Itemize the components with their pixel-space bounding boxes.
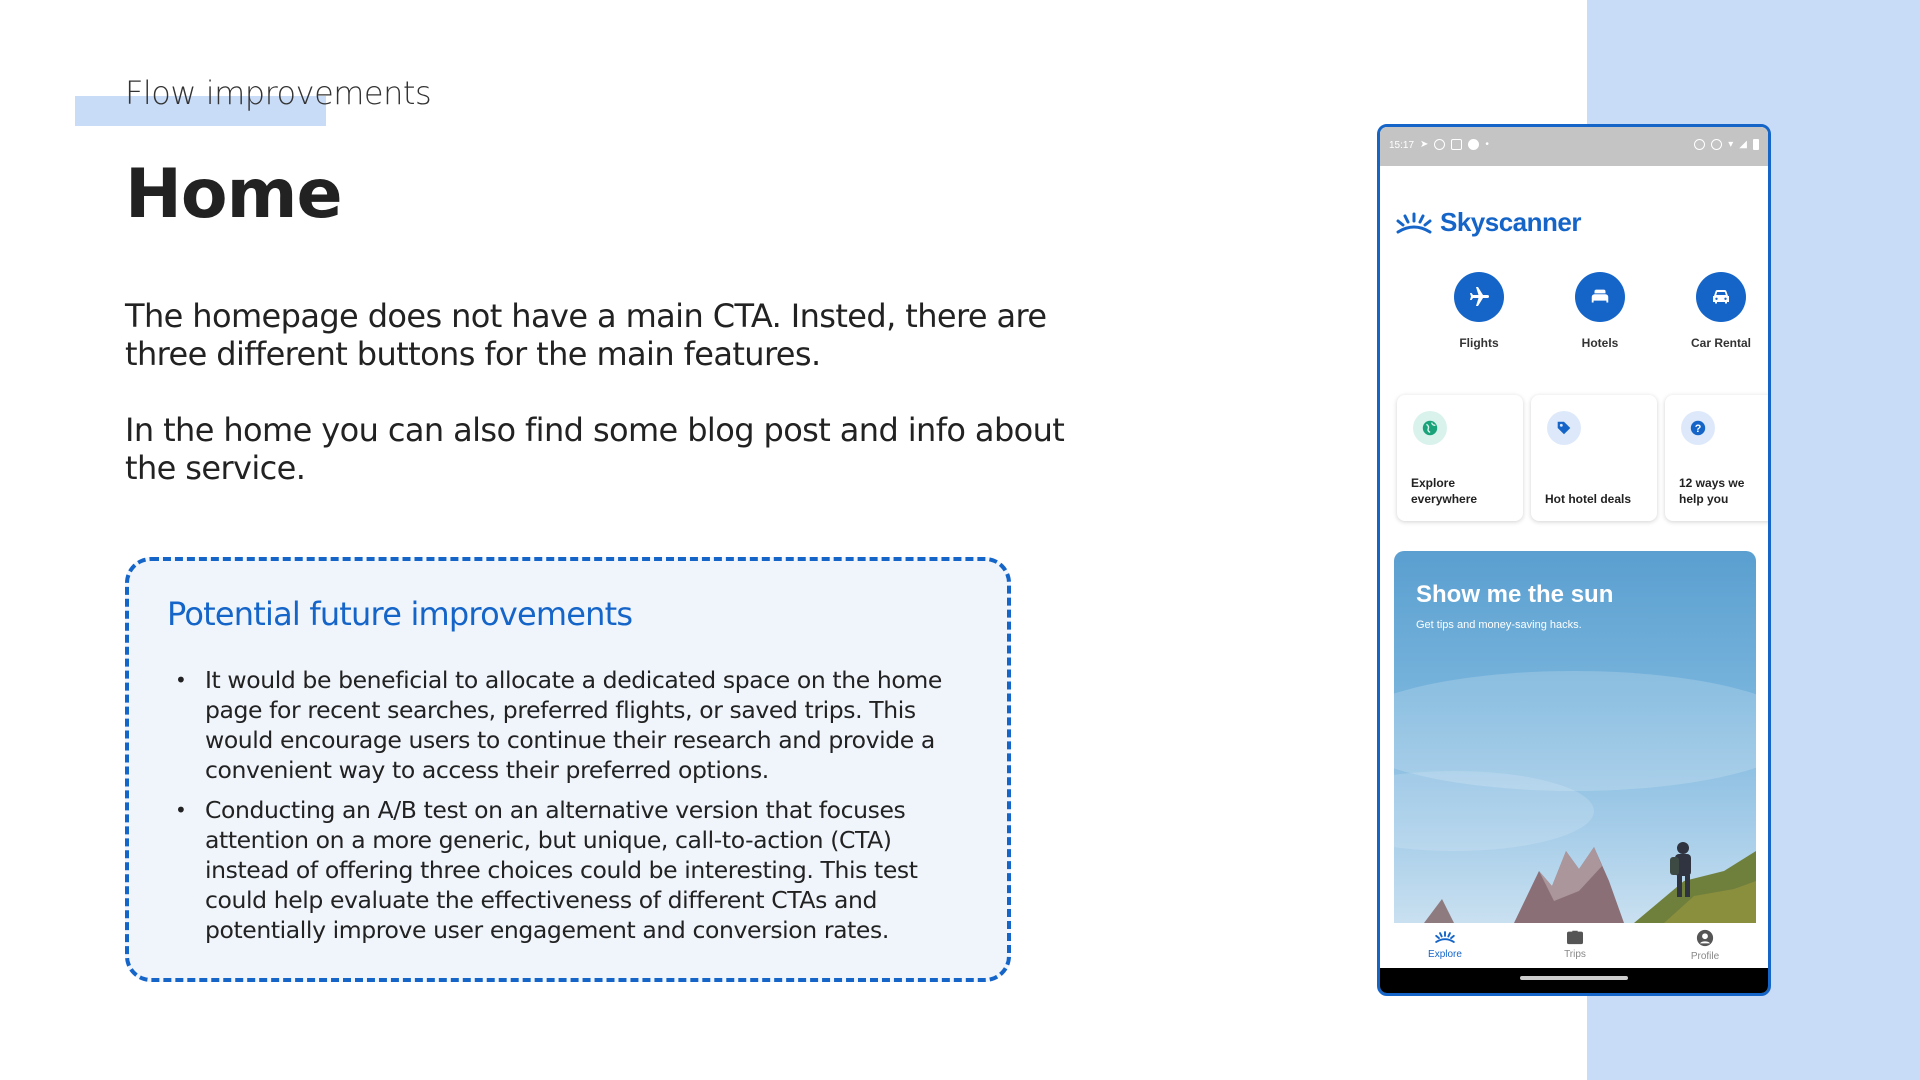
intro-paragraph: The homepage does not have a main CTA. I… — [125, 297, 1047, 373]
flights-button[interactable]: Flights — [1424, 272, 1534, 350]
status-bar: 15:17 ➤ • ▾ ◢ — [1380, 127, 1768, 166]
list-item: Conducting an A/B test on an alternative… — [175, 795, 965, 945]
card-label: 12 ways we help you — [1679, 476, 1745, 506]
explore-icon — [1435, 931, 1455, 943]
hotels-button[interactable]: Hotels — [1545, 272, 1655, 350]
secondary-paragraph: In the home you can also find some blog … — [125, 411, 1065, 487]
card-label: Explore everywhere — [1411, 476, 1478, 506]
vibrate-icon — [1711, 139, 1723, 150]
car-icon — [1696, 272, 1746, 322]
gesture-bar — [1380, 968, 1768, 993]
whatsapp-icon — [1434, 139, 1446, 150]
hero-subtitle: Get tips and money-saving hacks. — [1416, 619, 1582, 631]
callout-title: Potential future improvements — [167, 595, 633, 633]
battery-icon — [1753, 139, 1759, 150]
page-title: Home — [125, 155, 343, 234]
nav-label: Explore — [1428, 949, 1462, 960]
status-time: 15:17 — [1389, 140, 1415, 151]
calendar-icon — [1451, 139, 1463, 150]
logo-text: Skyscanner — [1440, 207, 1581, 237]
briefcase-icon — [1567, 930, 1583, 945]
svg-text:?: ? — [1695, 423, 1702, 435]
telegram-icon: ➤ — [1420, 139, 1429, 150]
sunrise-logo-icon — [1396, 212, 1432, 233]
car-rental-button[interactable]: Car Rental — [1666, 272, 1768, 350]
home-indicator[interactable] — [1520, 976, 1628, 980]
app-icon — [1468, 139, 1480, 150]
tag-icon — [1547, 411, 1581, 445]
phone-screenshot: 15:17 ➤ • ▾ ◢ Skyscanner Flights Hotels … — [1377, 124, 1771, 996]
skyscanner-logo: Skyscanner — [1394, 207, 1581, 238]
plane-icon — [1454, 272, 1504, 322]
flights-label: Flights — [1459, 336, 1499, 350]
question-icon: ? — [1681, 411, 1715, 445]
alarm-icon — [1694, 139, 1706, 150]
explore-everywhere-card[interactable]: Explore everywhere — [1397, 395, 1523, 521]
ways-we-help-card[interactable]: ? 12 ways we help you — [1665, 395, 1768, 521]
globe-icon — [1413, 411, 1447, 445]
section-kicker: Flow improvements — [125, 74, 432, 112]
profile-icon — [1696, 929, 1714, 947]
nav-profile[interactable]: Profile — [1665, 929, 1745, 962]
dot-icon: • — [1485, 139, 1489, 150]
card-label: Hot hotel deals — [1545, 492, 1632, 506]
nav-trips[interactable]: Trips — [1535, 929, 1615, 960]
hot-hotel-deals-card[interactable]: Hot hotel deals — [1531, 395, 1657, 521]
car-rental-label: Car Rental — [1690, 336, 1752, 350]
list-item: It would be beneficial to allocate a ded… — [175, 665, 965, 785]
hero-title: Show me the sun — [1416, 581, 1614, 608]
improvements-callout: Potential future improvements It would b… — [125, 557, 1011, 982]
signal-icon: ◢ — [1739, 139, 1747, 150]
hero-banner[interactable]: Show me the sun Get tips and money-savin… — [1394, 551, 1756, 923]
hotels-label: Hotels — [1581, 336, 1619, 350]
bed-icon — [1575, 272, 1625, 322]
improvements-list: It would be beneficial to allocate a ded… — [175, 665, 965, 955]
bottom-navigation: Explore Trips Profile — [1380, 923, 1768, 973]
wifi-icon: ▾ — [1728, 139, 1734, 150]
nav-label: Trips — [1564, 949, 1586, 960]
nav-label: Profile — [1690, 951, 1720, 962]
nav-explore[interactable]: Explore — [1405, 929, 1485, 960]
